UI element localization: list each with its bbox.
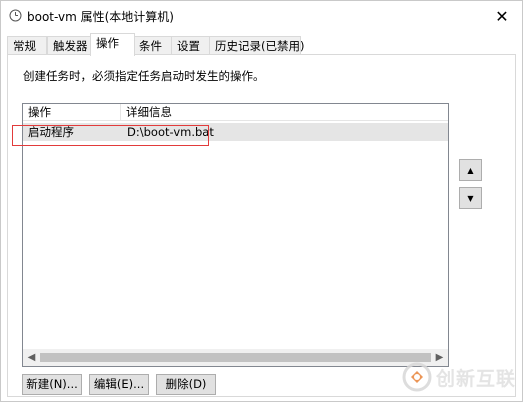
list-header: 操作 详细信息 bbox=[23, 104, 448, 121]
scrollbar-thumb[interactable] bbox=[40, 353, 431, 362]
column-header-action[interactable]: 操作 bbox=[23, 104, 121, 121]
task-properties-window: boot-vm 属性(本地计算机) ✕ 常规 触发器 操作 条件 设置 历史记录… bbox=[0, 0, 523, 402]
actions-list[interactable]: 操作 详细信息 启动程序 D:\boot-vm.bat ◀ ▶ bbox=[22, 103, 449, 367]
table-row[interactable]: 启动程序 D:\boot-vm.bat bbox=[23, 123, 448, 141]
column-header-details[interactable]: 详细信息 bbox=[121, 104, 448, 121]
actions-panel: 创建任务时，必须指定任务启动时发生的操作。 操作 详细信息 启动程序 D:\bo… bbox=[7, 54, 516, 397]
row-action-cell: 启动程序 bbox=[28, 125, 74, 139]
edit-button[interactable]: 编辑(E)... bbox=[89, 374, 149, 395]
watermark-text: 创新互联 bbox=[435, 367, 516, 390]
move-up-button[interactable]: ▲ bbox=[459, 159, 482, 181]
new-button[interactable]: 新建(N)... bbox=[22, 374, 82, 395]
clock-icon bbox=[9, 9, 22, 22]
delete-button[interactable]: 删除(D) bbox=[156, 374, 216, 395]
watermark: 创新互联 bbox=[402, 359, 516, 395]
scroll-left-icon[interactable]: ◀ bbox=[23, 349, 40, 366]
panel-description: 创建任务时，必须指定任务启动时发生的操作。 bbox=[23, 69, 265, 83]
horizontal-scrollbar[interactable]: ◀ ▶ bbox=[23, 349, 448, 366]
tab-settings[interactable]: 设置 bbox=[171, 36, 211, 55]
tab-triggers[interactable]: 触发器 bbox=[47, 36, 92, 55]
arrow-down-icon: ▼ bbox=[467, 193, 474, 203]
close-icon: ✕ bbox=[495, 6, 509, 26]
tab-general[interactable]: 常规 bbox=[7, 36, 47, 55]
close-button[interactable]: ✕ bbox=[482, 1, 522, 31]
tab-actions[interactable]: 操作 bbox=[90, 33, 135, 56]
title-bar: boot-vm 属性(本地计算机) ✕ bbox=[1, 1, 522, 31]
watermark-logo-icon bbox=[402, 362, 432, 392]
row-details-cell: D:\boot-vm.bat bbox=[127, 125, 214, 139]
move-down-button[interactable]: ▼ bbox=[459, 187, 482, 209]
window-title: boot-vm 属性(本地计算机) bbox=[27, 10, 174, 24]
tab-strip: 常规 触发器 操作 条件 设置 历史记录(已禁用) bbox=[7, 33, 517, 56]
tab-history[interactable]: 历史记录(已禁用) bbox=[209, 36, 304, 55]
tab-conditions[interactable]: 条件 bbox=[133, 36, 173, 55]
arrow-up-icon: ▲ bbox=[467, 165, 474, 175]
